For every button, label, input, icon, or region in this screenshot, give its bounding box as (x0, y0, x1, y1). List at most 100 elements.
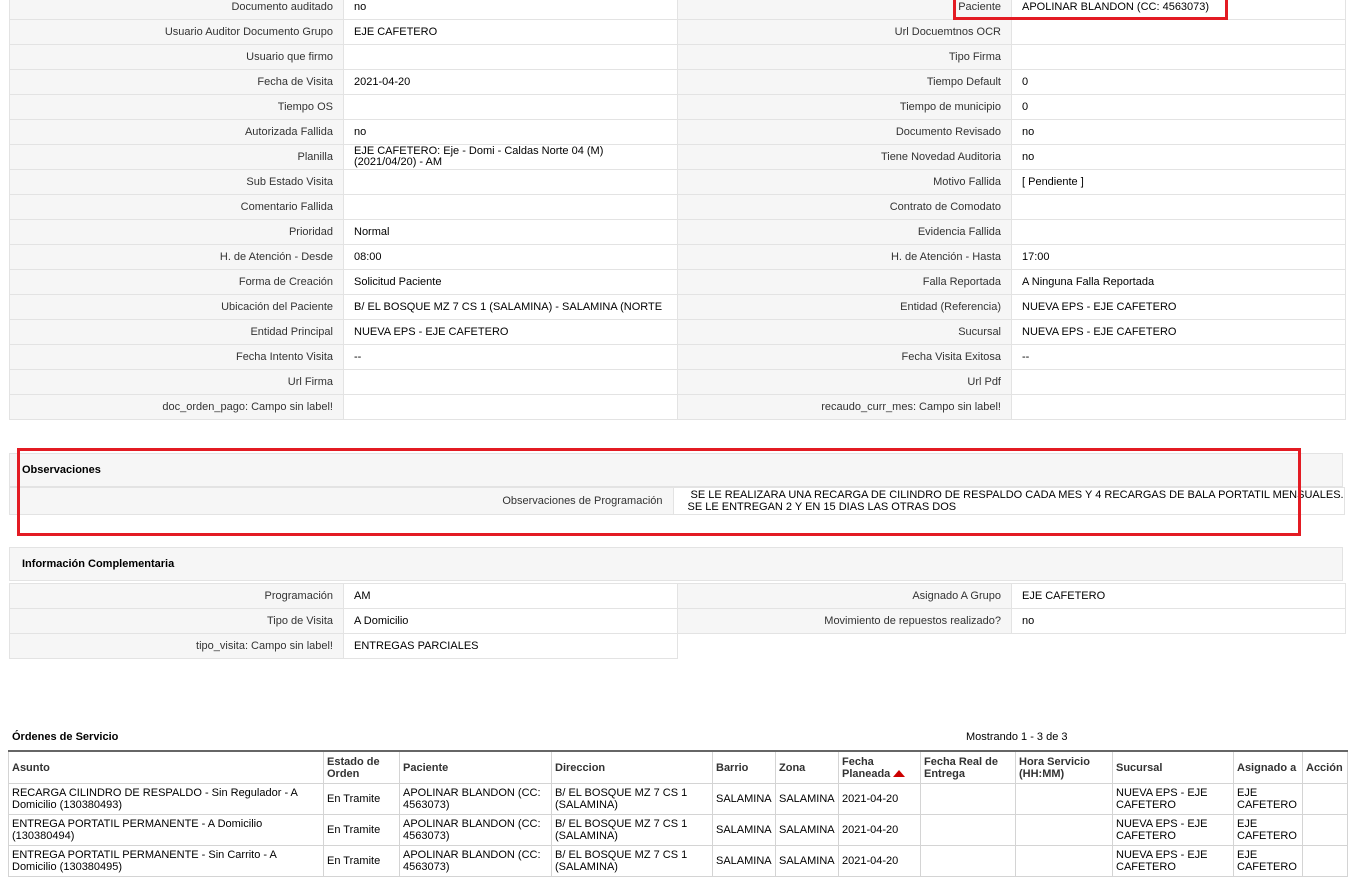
order-cell-paciente: APOLINAR BLANDON (CC: 4563073) (399, 814, 552, 846)
label-tiempo-de-municipio: Tiempo de municipio (677, 94, 1012, 120)
detail-row: tipo_visita: Campo sin label! ENTREGAS PA… (9, 633, 1346, 659)
column-header-fecha-real-de-entrega[interactable]: Fecha Real de Entrega (920, 750, 1016, 784)
order-cell-zona: SALAMINA (775, 783, 839, 815)
detail-row: Documento auditado no Paciente APOLINAR BLA… (9, 0, 1346, 20)
label-prioridad: Prioridad (9, 219, 344, 245)
order-cell-hora-servicio-hh-mm (1015, 814, 1113, 846)
detail-row: H. de Atención - Desde 08:00 H. de Atenció… (9, 244, 1346, 270)
observaciones-value: SE LE REALIZARA UNA RECARGA DE CILINDRO … (672, 487, 1346, 515)
details-grid: Documento auditado no Paciente APOLINAR BLA… (9, 0, 1346, 420)
value-doc-orden-pago-campo-sin-label (343, 394, 678, 420)
value-falla-reportada: A Ninguna Falla Reportada (1011, 269, 1346, 295)
observaciones-header: Observaciones (9, 453, 1343, 487)
value-fecha-intento-visita: -- (343, 344, 678, 370)
value-planilla: EJE CAFETERO: Eje - Domi - Caldas Norte … (343, 144, 678, 170)
empty-cell (1011, 633, 1346, 659)
value-tiempo-os (343, 94, 678, 120)
detail-row: Comentario Fallida Contrato de Comodato (9, 194, 1346, 220)
value-ubicacion-del-paciente: B/ EL BOSQUE MZ 7 CS 1 (SALAMINA) - SALA… (343, 294, 678, 320)
label-forma-de-creacion: Forma de Creación (9, 269, 344, 295)
label-asignado-a-grupo: Asignado A Grupo (677, 583, 1012, 609)
label-sub-estado-visita: Sub Estado Visita (9, 169, 344, 195)
detail-row: Planilla EJE CAFETERO: Eje - Domi - Calda… (9, 144, 1346, 170)
value-usuario-que-firmo (343, 44, 678, 70)
value-autorizada-fallida: no (343, 119, 678, 145)
value-url-pdf (1011, 369, 1346, 395)
value-url-firma (343, 369, 678, 395)
order-cell-sucursal: NUEVA EPS - EJE CAFETERO (1112, 845, 1234, 877)
sort-ascending-icon[interactable] (893, 770, 906, 778)
label-fecha-de-visita: Fecha de Visita (9, 69, 344, 95)
value-contrato-de-comodato (1011, 194, 1346, 220)
detail-row: Forma de Creación Solicitud Paciente Falla… (9, 269, 1346, 295)
label-tiempo-default: Tiempo Default (677, 69, 1012, 95)
column-header-label: Asignado a (1237, 761, 1297, 774)
column-header-label: Barrio (716, 761, 749, 774)
value-evidencia-fallida (1011, 219, 1346, 245)
column-header-direccion[interactable]: Direccion (551, 750, 713, 784)
order-cell-hora-servicio-hh-mm (1015, 783, 1113, 815)
column-header-accion[interactable]: Acción (1302, 750, 1348, 784)
value-usuario-auditor-documento-grupo: EJE CAFETERO (343, 19, 678, 45)
column-header-label: Estado de Orden (327, 755, 380, 780)
observaciones-line-2: SE LE ENTREGAN 2 Y EN 15 DIAS LAS OTRAS … (687, 501, 957, 513)
complementaria-grid: Programación AM Asignado A Grupo EJE CAFETE… (9, 583, 1346, 659)
order-row[interactable]: ENTREGA PORTATIL PERMANENTE - Sin Carrit… (8, 845, 1348, 877)
column-header-label: Sucursal (1116, 761, 1163, 774)
column-header-asignado-a[interactable]: Asignado a (1233, 750, 1303, 784)
column-header-label: Fecha Real de Entrega (924, 755, 998, 780)
column-header-barrio[interactable]: Barrio (712, 750, 776, 784)
order-cell-accion (1302, 814, 1348, 846)
column-header-label: Zona (779, 761, 806, 774)
column-header-label: Acción (1306, 761, 1343, 774)
label-url-firma: Url Firma (9, 369, 344, 395)
order-cell-accion (1302, 783, 1348, 815)
label-fecha-intento-visita: Fecha Intento Visita (9, 344, 344, 370)
label-url-docuemtnos-ocr: Url Docuemtnos OCR (677, 19, 1012, 45)
label-h-de-atencion-desde: H. de Atención - Desde (9, 244, 344, 270)
column-header-asunto[interactable]: Asunto (8, 750, 324, 784)
value-tipo-de-visita: A Domicilio (343, 608, 678, 634)
column-header-paciente[interactable]: Paciente (399, 750, 552, 784)
column-header-estado-de-orden[interactable]: Estado de Orden (323, 750, 400, 784)
label-tipo-de-visita: Tipo de Visita (9, 608, 344, 634)
complementaria-title: Información Complementaria (22, 558, 175, 570)
order-cell-direccion: B/ EL BOSQUE MZ 7 CS 1 (SALAMINA) (551, 783, 713, 815)
label-autorizada-fallida: Autorizada Fallida (9, 119, 344, 145)
order-row[interactable]: ENTREGA PORTATIL PERMANENTE - A Domicili… (8, 814, 1348, 846)
column-header-fecha-planeada[interactable]: Fecha Planeada (838, 750, 921, 784)
label-contrato-de-comodato: Contrato de Comodato (677, 194, 1012, 220)
value-documento-auditado: no (343, 0, 678, 20)
value-motivo-fallida: [ Pendiente ] (1011, 169, 1346, 195)
observaciones-title: Observaciones (22, 464, 101, 476)
order-cell-estado-de-orden: En Tramite (323, 845, 400, 877)
order-cell-asignado-a: EJE CAFETERO (1233, 783, 1303, 815)
column-header-zona[interactable]: Zona (775, 750, 839, 784)
order-cell-fecha-planeada: 2021-04-20 (838, 783, 921, 815)
value-h-de-atencion-desde: 08:00 (343, 244, 678, 270)
column-header-sucursal[interactable]: Sucursal (1112, 750, 1234, 784)
label-doc-orden-pago-campo-sin-label: doc_orden_pago: Campo sin label! (9, 394, 344, 420)
order-cell-asunto: ENTREGA PORTATIL PERMANENTE - A Domicili… (8, 814, 324, 846)
label-h-de-atencion-hasta: H. de Atención - Hasta (677, 244, 1012, 270)
order-cell-zona: SALAMINA (775, 814, 839, 846)
label-entidad-referencia: Entidad (Referencia) (677, 294, 1012, 320)
value-movimiento-de-repuestos-realizado: no (1011, 608, 1346, 634)
column-header-label: Paciente (403, 761, 449, 774)
order-cell-asignado-a: EJE CAFETERO (1233, 814, 1303, 846)
value-sub-estado-visita (343, 169, 678, 195)
value-paciente: APOLINAR BLANDON (CC: 4563073) (1011, 0, 1346, 20)
label-falla-reportada: Falla Reportada (677, 269, 1012, 295)
detail-row: Prioridad Normal Evidencia Fallida (9, 219, 1346, 245)
order-cell-barrio: SALAMINA (712, 783, 776, 815)
label-ubicacion-del-paciente: Ubicación del Paciente (9, 294, 344, 320)
label-recaudo-curr-mes-campo-sin-label: recaudo_curr_mes: Campo sin label! (677, 394, 1012, 420)
order-cell-fecha-real-de-entrega (920, 783, 1016, 815)
label-documento-auditado: Documento auditado (9, 0, 344, 20)
detail-row: Entidad Principal NUEVA EPS - EJE CAFETER… (9, 319, 1346, 345)
label-motivo-fallida: Motivo Fallida (677, 169, 1012, 195)
column-header-hora-servicio-hh-mm[interactable]: Hora Servicio (HH:MM) (1015, 750, 1113, 784)
order-row[interactable]: RECARGA CILINDRO DE RESPALDO - Sin Regul… (8, 783, 1348, 815)
detail-row: Sub Estado Visita Motivo Fallida[ Pendien… (9, 169, 1346, 195)
value-documento-revisado: no (1011, 119, 1346, 145)
